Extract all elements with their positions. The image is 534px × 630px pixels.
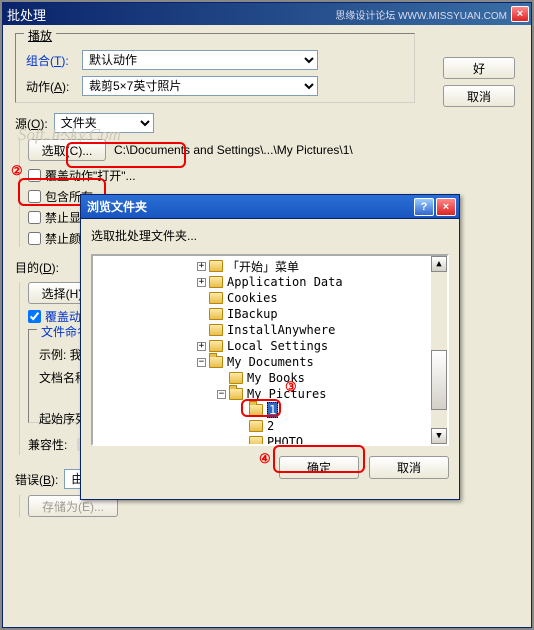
scroll-up-icon[interactable]: ▲: [431, 256, 447, 272]
tree-scrollbar[interactable]: ▲ ▼: [431, 256, 447, 444]
playback-legend: 播放: [24, 27, 56, 44]
errors-label: 错误(B):: [15, 471, 58, 488]
tree-item[interactable]: IBackup: [97, 306, 447, 322]
tree-item[interactable]: 2: [97, 418, 447, 434]
modal-title: 浏览文件夹: [87, 198, 147, 215]
tree-item[interactable]: InstallAnywhere: [97, 322, 447, 338]
tree-item-selected[interactable]: 1: [97, 402, 447, 418]
modal-cancel-button[interactable]: 取消: [369, 456, 449, 479]
tree-item[interactable]: PHOTO: [97, 434, 447, 446]
source-path: C:\Documents and Settings\...\My Picture…: [114, 143, 353, 157]
compat-label: 兼容性:: [28, 436, 67, 453]
set-label: 组合(T):: [26, 52, 82, 69]
close-icon[interactable]: ×: [511, 6, 529, 22]
override-open-checkbox[interactable]: 覆盖动作"打开"...: [28, 167, 519, 184]
tree-item[interactable]: My Books: [97, 370, 447, 386]
source-label: 源(O):: [15, 115, 48, 132]
close-icon[interactable]: ×: [436, 198, 456, 216]
action-dropdown[interactable]: 裁剪5×7英寸照片: [82, 76, 318, 96]
tree-item[interactable]: +「开始」菜单: [97, 258, 447, 274]
help-icon[interactable]: ?: [414, 198, 434, 216]
source-dropdown[interactable]: 文件夹: [54, 113, 154, 133]
scroll-thumb[interactable]: [431, 350, 447, 410]
dest-label: 目的(D):: [15, 259, 59, 276]
browse-folder-dialog: 浏览文件夹 ? × 选取批处理文件夹... +「开始」菜单 +Applicati…: [80, 194, 460, 500]
tree-item[interactable]: −My Pictures: [97, 386, 447, 402]
main-titlebar[interactable]: 批处理 思缘设计论坛 WWW.MISSYUAN.COM ×: [3, 3, 531, 25]
ok-button[interactable]: 好: [443, 57, 515, 79]
folder-tree[interactable]: +「开始」菜单 +Application Data Cookies IBacku…: [91, 254, 449, 446]
tree-item[interactable]: Cookies: [97, 290, 447, 306]
choose-source-button[interactable]: 选取(C)...: [28, 139, 106, 161]
modal-ok-button[interactable]: 确定: [279, 456, 359, 479]
scroll-down-icon[interactable]: ▼: [431, 428, 447, 444]
watermark-text: 思缘设计论坛 WWW.MISSYUAN.COM: [335, 7, 507, 22]
cancel-button[interactable]: 取消: [443, 85, 515, 107]
tree-item[interactable]: −My Documents: [97, 354, 447, 370]
tree-item[interactable]: +Local Settings: [97, 338, 447, 354]
action-label: 动作(A):: [26, 78, 82, 95]
tree-item[interactable]: +Application Data: [97, 274, 447, 290]
set-dropdown[interactable]: 默认动作: [82, 50, 318, 70]
main-title: 批处理: [7, 5, 46, 24]
modal-prompt: 选取批处理文件夹...: [91, 227, 449, 244]
modal-titlebar[interactable]: 浏览文件夹 ? ×: [81, 195, 459, 219]
